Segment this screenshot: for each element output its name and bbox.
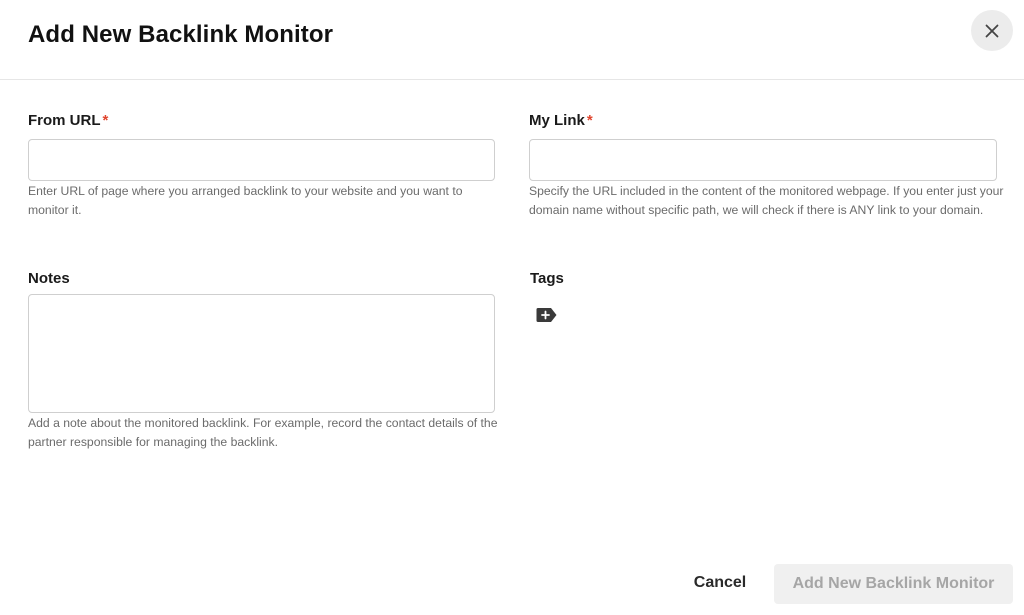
dialog-header: Add New Backlink Monitor [0, 0, 1024, 80]
required-mark: * [586, 112, 593, 129]
add-backlink-monitor-button[interactable]: Add New Backlink Monitor [774, 564, 1013, 604]
my-link-label: My Link * [529, 112, 593, 129]
tags-label: Tags [530, 270, 564, 287]
add-tag-icon [536, 308, 557, 322]
my-link-input[interactable] [529, 139, 997, 181]
from-url-label: From URL * [28, 112, 108, 129]
from-url-input[interactable] [28, 139, 495, 181]
notes-help-text: Add a note about the monitored backlink.… [28, 416, 498, 449]
add-backlink-monitor-dialog: Add New Backlink Monitor From URL * Enter… [0, 0, 1024, 615]
close-icon [985, 24, 999, 37]
my-link-label-text: My Link [529, 112, 585, 129]
tags-label-text: Tags [530, 270, 564, 287]
notes-label: Notes [28, 270, 70, 287]
close-button[interactable] [971, 10, 1013, 51]
cancel-button[interactable]: Cancel [682, 564, 758, 602]
add-tag-button[interactable] [536, 307, 558, 323]
notes-label-text: Notes [28, 270, 70, 287]
from-url-help-text: Enter URL of page where you arranged bac… [28, 184, 463, 217]
from-url-label-text: From URL [28, 112, 101, 129]
notes-textarea[interactable] [28, 294, 495, 413]
my-link-help-text: Specify the URL included in the content … [529, 184, 1004, 217]
required-mark: * [102, 112, 109, 129]
dialog-title: Add New Backlink Monitor [28, 21, 334, 48]
